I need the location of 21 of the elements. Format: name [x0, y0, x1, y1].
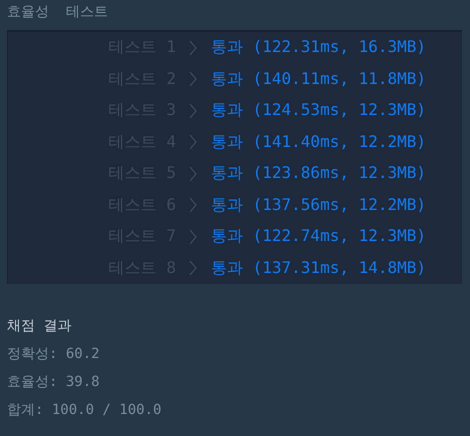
chevron-icon [188, 197, 198, 214]
test-result: 통과 (122.31ms, 16.3MB) [211, 37, 426, 58]
chevron-icon [188, 71, 198, 88]
test-result: 통과 (137.56ms, 12.2MB) [211, 194, 426, 216]
test-result: 통과 (123.86ms, 12.3MB) [211, 163, 426, 184]
chevron-icon [188, 134, 198, 150]
test-result: 통과 (140.11ms, 11.8MB) [211, 68, 426, 90]
test-result: 통과 (124.53ms, 12.3MB) [211, 100, 426, 122]
test-result: 통과 (122.74ms, 12.3MB) [211, 226, 426, 248]
chevron-icon [188, 40, 198, 56]
section-title: 효율성 테스트 [6, 3, 109, 22]
chevron-icon [188, 102, 198, 119]
chevron-icon [188, 228, 198, 245]
chevron-icon [188, 166, 198, 182]
test-result: 통과 (141.40ms, 12.2MB) [211, 132, 426, 153]
score-line: 합계: 100.0 / 100.0 [7, 401, 162, 419]
chevron-icon [188, 260, 198, 276]
score-line: 효율성: 39.8 [7, 373, 101, 391]
grading-title: 채점 결과 [7, 317, 72, 335]
test-result: 통과 (137.31ms, 14.8MB) [211, 258, 426, 279]
score-line: 정확성: 60.2 [7, 345, 101, 363]
